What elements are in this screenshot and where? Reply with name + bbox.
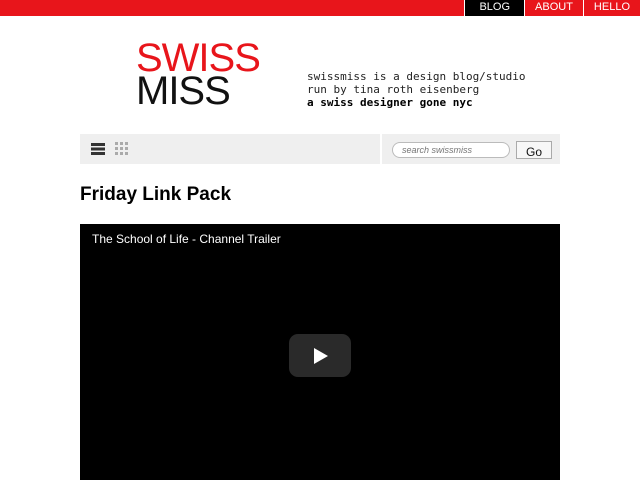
grid-view-icon[interactable] [115,142,129,156]
tagline-line-3: a swiss designer gone nyc [307,96,473,109]
list-view-icon[interactable] [91,142,105,156]
search-input[interactable] [392,142,510,158]
view-toolbar [80,134,380,164]
search-area: Go [382,134,560,164]
tagline-line-2: run by tina roth eisenberg [307,83,480,96]
search-go-button[interactable]: Go [516,141,552,159]
nav-hello-link[interactable]: HELLO [582,0,640,16]
nav-about-link[interactable]: ABOUT [524,0,583,16]
site-logo[interactable]: SWISS MISS [136,38,266,111]
tagline-line-1: swissmiss is a design blog/studio [307,70,526,83]
post-title[interactable]: Friday Link Pack [80,184,231,206]
play-icon[interactable] [289,334,351,377]
nav-blog-link[interactable]: BLOG [464,0,525,16]
site-tagline: swissmiss is a design blog/studio run by… [307,70,526,109]
video-title[interactable]: The School of Life - Channel Trailer [92,232,281,246]
video-player[interactable]: The School of Life - Channel Trailer [80,224,560,480]
top-nav: BLOG ABOUT HELLO [464,0,640,16]
